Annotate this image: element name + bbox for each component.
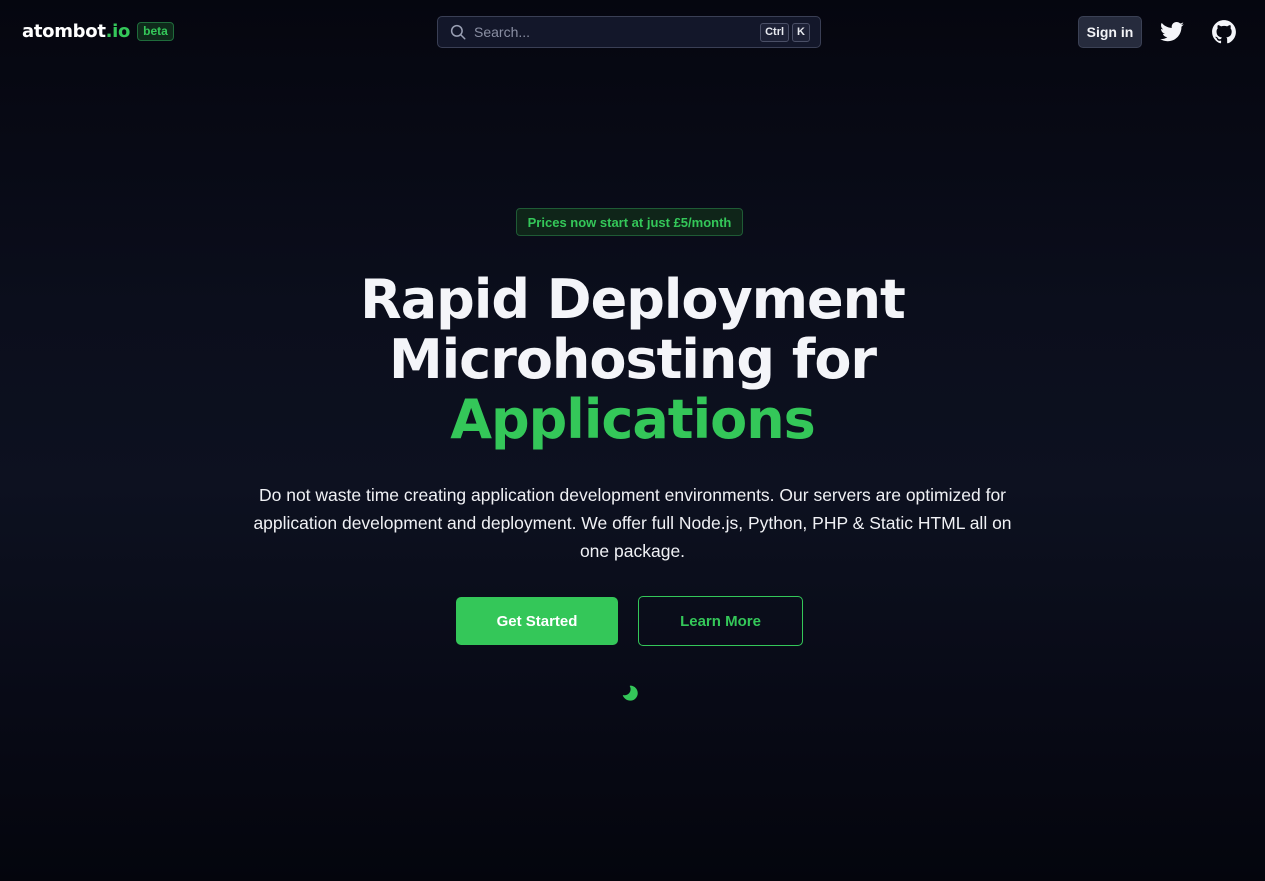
brand-name: atombot bbox=[22, 21, 106, 42]
headline-line-2: Microhosting for bbox=[388, 328, 877, 391]
moon-icon[interactable] bbox=[620, 683, 640, 703]
brand[interactable]: atombot.io beta bbox=[22, 21, 174, 42]
search-bar[interactable]: Ctrl K bbox=[437, 16, 821, 48]
learn-more-button[interactable]: Learn More bbox=[638, 596, 803, 646]
shortcut-key-k: K bbox=[792, 22, 810, 42]
search-input[interactable] bbox=[474, 24, 761, 40]
search-icon bbox=[450, 24, 466, 40]
hero-subtitle: Do not waste time creating application d… bbox=[253, 485, 1012, 561]
sign-in-button[interactable]: Sign in bbox=[1078, 16, 1142, 48]
top-nav: atombot.io beta Ctrl K Sign in bbox=[0, 0, 1265, 64]
headline-accent: Applications bbox=[450, 388, 816, 451]
twitter-icon[interactable] bbox=[1159, 19, 1185, 45]
pricing-badge: Prices now start at just £5/month bbox=[516, 208, 743, 236]
github-icon[interactable] bbox=[1211, 19, 1237, 45]
hero-headline: Rapid Deployment Microhosting for Applic… bbox=[0, 270, 1265, 450]
beta-badge: beta bbox=[137, 22, 174, 41]
brand-logo[interactable]: atombot.io bbox=[22, 21, 130, 42]
headline-line-1: Rapid Deployment bbox=[360, 268, 906, 331]
brand-tld: .io bbox=[105, 21, 131, 42]
shortcut-key-ctrl: Ctrl bbox=[760, 22, 790, 42]
get-started-button[interactable]: Get Started bbox=[456, 597, 618, 645]
